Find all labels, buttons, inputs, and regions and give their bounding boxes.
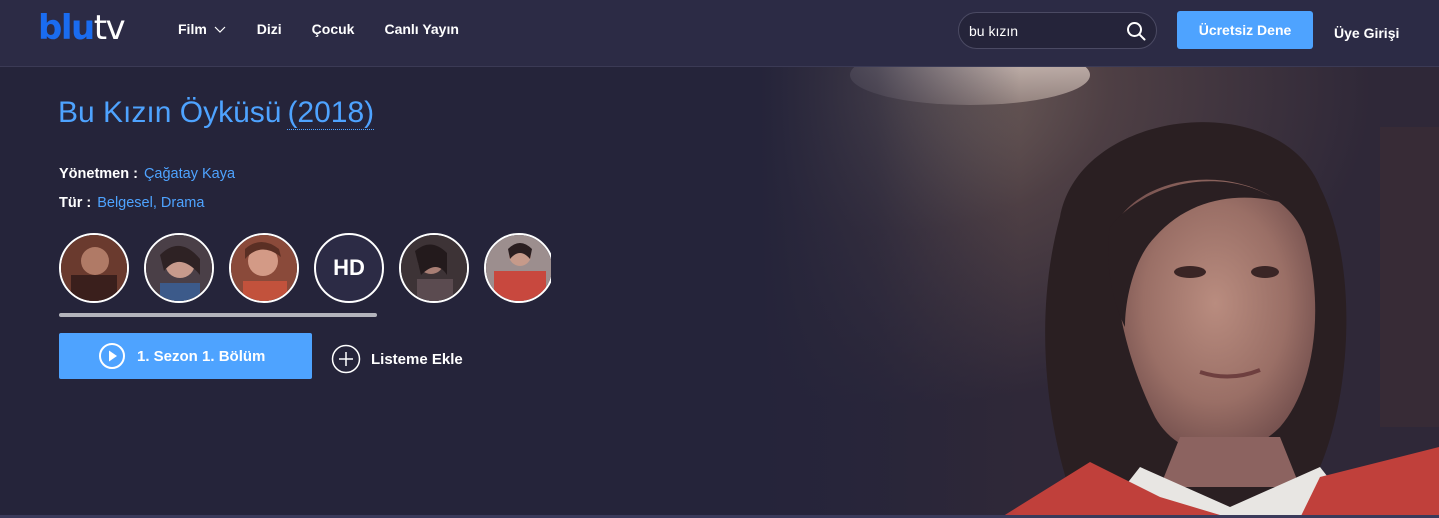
search-icon[interactable]	[1126, 21, 1146, 41]
search-box	[958, 12, 1157, 49]
director-label: Yönetmen :	[59, 166, 138, 182]
episode-thumbnails: HD	[59, 233, 551, 303]
nav-item-label: Canlı Yayın	[384, 21, 459, 37]
hero-section: Bu Kızın Öyküsü (2018) Yönetmen : Çağatay …	[0, 67, 1439, 518]
genre-row: Tür : Belgesel, Drama	[59, 195, 204, 211]
top-header: blutv Film Dizi Çocuk Canlı Yayın Ücrets…	[0, 0, 1439, 67]
nav-item-canli-yayin[interactable]: Canlı Yayın	[384, 21, 458, 37]
content-title: Bu Kızın Öyküsü (2018)	[58, 96, 375, 130]
nav-item-label: Çocuk	[311, 21, 355, 37]
add-to-list-button[interactable]: Listeme Ekle	[331, 344, 463, 374]
thumbnail-6[interactable]	[484, 233, 551, 303]
chevron-down-icon	[214, 26, 226, 33]
director-link[interactable]: Çağatay Kaya	[144, 166, 235, 182]
thumbnail-5[interactable]	[399, 233, 469, 303]
release-year-link[interactable]: (2018)	[287, 96, 375, 130]
thumbnail-1[interactable]	[59, 233, 129, 303]
free-trial-button[interactable]: Ücretsiz Dene	[1177, 11, 1313, 49]
add-to-list-label: Listeme Ekle	[371, 350, 463, 368]
genre-label: Tür :	[59, 195, 92, 211]
blutv-logo[interactable]: blutv	[38, 10, 126, 46]
nav-item-label: Film	[178, 21, 207, 37]
genre-links[interactable]: Belgesel, Drama	[97, 195, 204, 211]
play-icon	[99, 343, 125, 369]
thumbnail-3[interactable]	[229, 233, 299, 303]
nav-item-film[interactable]: Film	[178, 21, 227, 37]
plus-icon	[331, 344, 361, 374]
search-input[interactable]	[969, 13, 1119, 48]
hero-gradient-overlay	[760, 67, 1020, 518]
nav-item-cocuk[interactable]: Çocuk	[312, 21, 355, 37]
play-episode-button[interactable]: 1. Sezon 1. Bölüm	[59, 333, 312, 379]
nav-item-dizi[interactable]: Dizi	[257, 21, 282, 37]
main-nav: Film Dizi Çocuk Canlı Yayın	[178, 21, 489, 37]
nav-item-label: Dizi	[256, 21, 282, 37]
thumbnail-2[interactable]	[144, 233, 214, 303]
login-link[interactable]: Üye Girişi	[1334, 25, 1399, 41]
director-row: Yönetmen : Çağatay Kaya	[59, 166, 235, 182]
thumbnails-scrollbar[interactable]	[59, 313, 377, 317]
play-episode-label: 1. Sezon 1. Bölüm	[137, 347, 266, 365]
hd-badge[interactable]: HD	[314, 233, 384, 303]
